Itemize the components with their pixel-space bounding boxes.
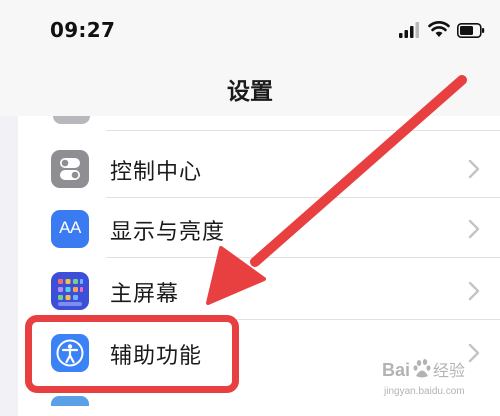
home-screen-icon	[51, 272, 89, 310]
chevron-right-icon	[468, 219, 480, 239]
partial-row-above	[18, 116, 500, 131]
display-brightness-icon: AA	[51, 210, 89, 248]
chevron-right-icon	[468, 281, 480, 301]
settings-row-label: 控制中心	[110, 160, 203, 185]
navigation-header: 设置	[0, 58, 500, 116]
settings-row-label: 显示与亮度	[110, 220, 226, 245]
control-center-icon	[51, 150, 89, 188]
partial-next-row-icon	[51, 396, 89, 406]
baidu-jingyan-watermark: Bai 经验 jingyan.baidu.com	[382, 359, 465, 397]
settings-row-display-brightness[interactable]: AA 显示与亮度	[18, 198, 500, 258]
page-title: 设置	[227, 79, 273, 105]
partial-icon	[53, 116, 90, 124]
svg-text:Bai: Bai	[382, 360, 410, 380]
battery-icon	[457, 23, 485, 38]
row-separator	[106, 130, 500, 131]
settings-row-label: 主屏幕	[110, 282, 180, 307]
highlight-box	[25, 315, 239, 393]
display-icon-glyph: AA	[59, 218, 81, 237]
signal-icon	[399, 22, 419, 38]
chevron-right-icon	[468, 159, 480, 179]
svg-text:jingyan.baidu.com: jingyan.baidu.com	[383, 386, 465, 397]
settings-row-home-screen[interactable]: 主屏幕	[18, 260, 500, 320]
status-time: 09:27	[50, 18, 116, 42]
settings-row-control-center[interactable]: 控制中心	[18, 138, 500, 198]
svg-text:经验: 经验	[433, 361, 465, 380]
status-bar: 09:27	[0, 0, 500, 58]
row-separator	[106, 257, 500, 258]
wifi-icon	[428, 21, 450, 37]
